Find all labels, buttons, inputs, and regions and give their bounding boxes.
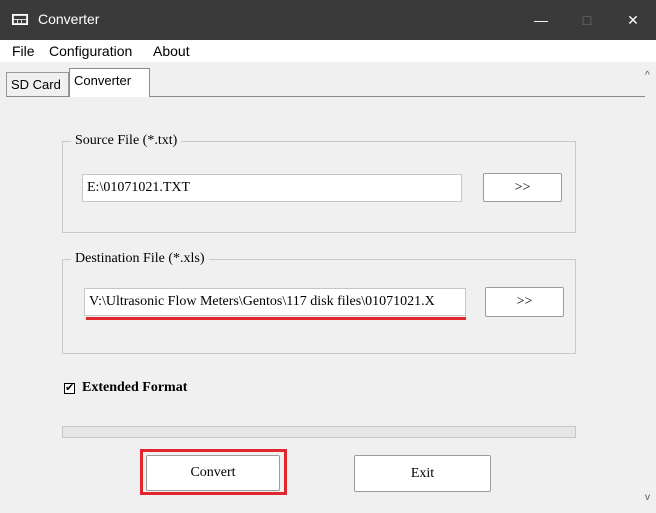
- destination-file-legend: Destination File (*.xls): [71, 251, 209, 267]
- extended-format-label[interactable]: Extended Format: [82, 380, 187, 396]
- window-title: Converter: [38, 11, 100, 27]
- exit-button[interactable]: Exit: [354, 455, 491, 492]
- red-underline-annotation: [86, 317, 466, 320]
- red-highlight-annotation: [140, 449, 287, 495]
- progress-bar: [62, 426, 576, 438]
- maximize-button[interactable]: □: [564, 0, 610, 40]
- menu-configuration[interactable]: Configuration: [49, 43, 132, 59]
- menu-bar: File Configuration About: [0, 40, 656, 62]
- title-bar: Converter — □ ✕: [0, 0, 656, 40]
- menu-file[interactable]: File: [12, 43, 35, 59]
- close-button[interactable]: ✕: [610, 0, 656, 40]
- scroll-up-icon[interactable]: ^: [645, 70, 650, 81]
- tab-converter[interactable]: Converter: [69, 68, 150, 97]
- source-file-legend: Source File (*.txt): [71, 133, 182, 149]
- extended-format-checkbox[interactable]: ✔: [64, 383, 75, 394]
- destination-file-input[interactable]: V:\Ultrasonic Flow Meters\Gentos\117 dis…: [84, 288, 466, 316]
- vertical-scrollbar[interactable]: ^ v: [645, 62, 656, 512]
- minimize-button[interactable]: —: [518, 0, 564, 40]
- destination-browse-button[interactable]: >>: [485, 287, 564, 317]
- menu-about[interactable]: About: [153, 43, 190, 59]
- app-icon: [12, 14, 28, 25]
- source-browse-button[interactable]: >>: [483, 173, 562, 202]
- tab-strip: SD Card Converter: [0, 66, 645, 97]
- tab-sd-card[interactable]: SD Card: [6, 72, 69, 96]
- source-file-input[interactable]: E:\01071021.TXT: [82, 174, 462, 202]
- scroll-down-icon[interactable]: v: [645, 492, 650, 503]
